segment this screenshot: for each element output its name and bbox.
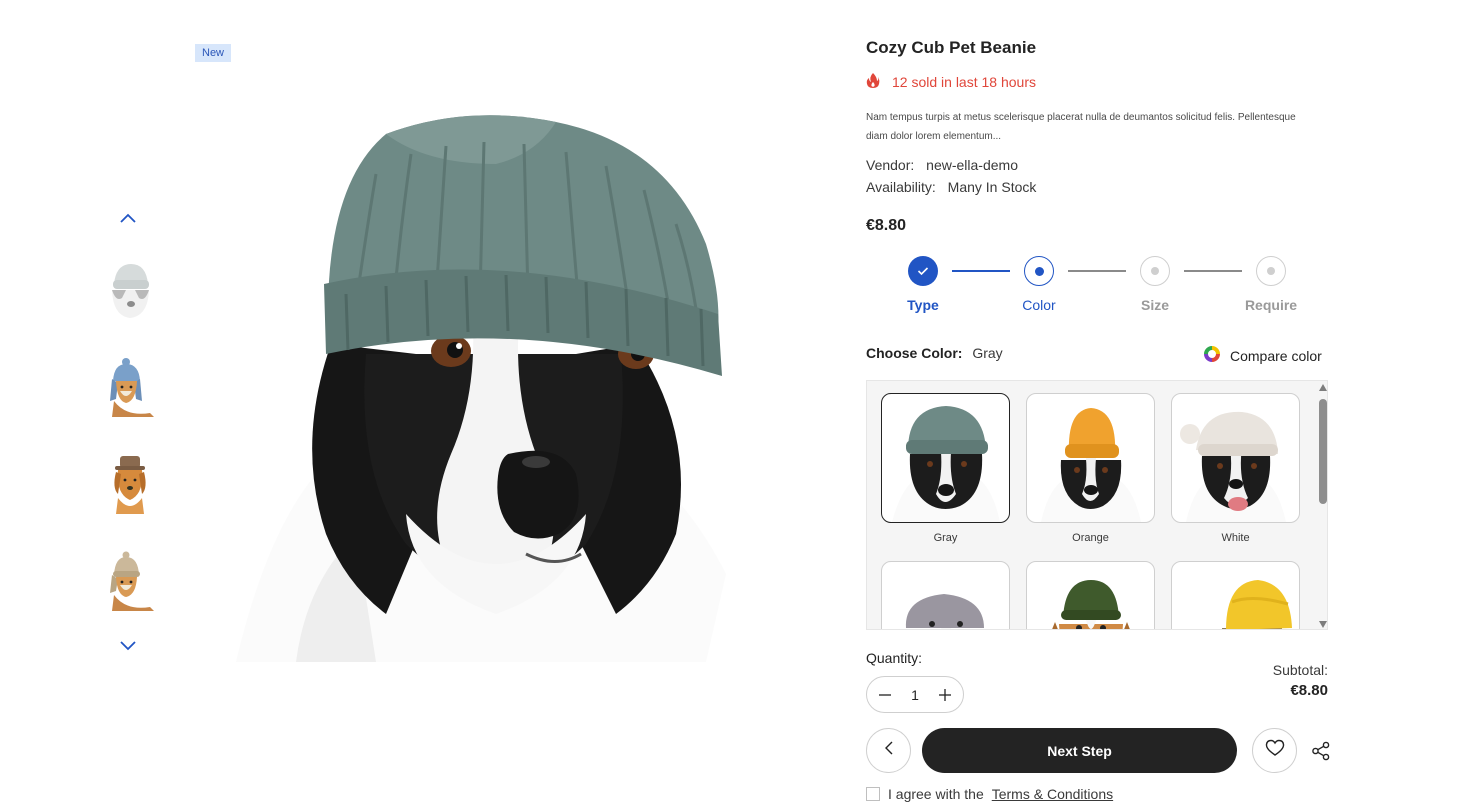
compare-color-button[interactable]: Compare color (1203, 345, 1322, 366)
next-step-button[interactable]: Next Step (922, 728, 1237, 773)
product-price: €8.80 (866, 217, 907, 234)
terms-link[interactable]: Terms & Conditions (992, 786, 1113, 802)
thumbnail-down-arrow-icon[interactable] (116, 634, 140, 658)
product-description: Nam tempus turpis at metus scelerisque p… (866, 112, 1296, 142)
product-title: Cozy Cub Pet Beanie (866, 38, 1037, 57)
vendor-label: Vendor: (866, 157, 915, 173)
new-badge: New (195, 44, 232, 62)
vendor-row: Vendor: new-ella-demo (866, 157, 1018, 173)
step-label-require: Require (1244, 297, 1298, 313)
availability-label: Availability: (866, 179, 936, 195)
action-row: Next Step (866, 728, 1336, 774)
fire-icon (866, 72, 880, 92)
terms-checkbox[interactable] (866, 787, 880, 801)
availability-value: Many In Stock (947, 179, 1037, 195)
availability-row: Availability: Many In Stock (866, 179, 1036, 195)
swatch-orange[interactable]: Orange (1026, 393, 1155, 544)
share-icon[interactable] (1310, 740, 1332, 762)
subtotal-label: Subtotal: (1272, 662, 1328, 678)
step-dot-pending[interactable] (1140, 256, 1170, 286)
step-connector (1184, 270, 1242, 272)
sold-indicator: 12 sold in last 18 hours (866, 72, 1036, 92)
main-product-image[interactable] (236, 114, 748, 662)
compare-color-label: Compare color (1230, 347, 1322, 364)
thumbnail-brown-fedora-dog[interactable] (104, 454, 156, 514)
swatch-image (1171, 393, 1300, 523)
swatch-yellow[interactable] (1171, 561, 1300, 629)
swatch-gray[interactable]: Gray (881, 393, 1010, 544)
step-dot-active[interactable] (1024, 256, 1054, 286)
step-progress: Type Color Size Require (866, 256, 1336, 316)
swatch-image (881, 393, 1010, 523)
thumbnail-up-arrow-icon[interactable] (116, 206, 140, 230)
sold-text: 12 sold in last 18 hours (892, 74, 1036, 90)
scroll-thumb[interactable] (1319, 399, 1327, 504)
step-label-color: Color (1022, 297, 1056, 313)
subtotal: Subtotal: €8.80 (1273, 662, 1328, 699)
swatch-name: Gray (933, 532, 958, 544)
terms-prefix: I agree with the (888, 786, 984, 802)
thumbnail-column (100, 200, 156, 670)
swatch-image (1026, 393, 1155, 523)
choose-color-row: Choose Color: Gray (866, 345, 1003, 361)
swatch-image (881, 561, 1010, 629)
step-connector (1068, 270, 1126, 272)
thumbnail-gray-beanie[interactable] (104, 260, 156, 320)
swatch-name: White (1221, 532, 1250, 544)
step-label-size: Size (1140, 297, 1169, 313)
terms-agree-row: I agree with the Terms & Conditions (866, 786, 1113, 802)
scroll-down-arrow-icon[interactable] (1319, 621, 1327, 628)
plus-icon[interactable] (933, 683, 957, 707)
selected-color-value: Gray (972, 345, 1003, 361)
swatch-image (1171, 561, 1300, 629)
step-connector (952, 270, 1010, 272)
wishlist-button[interactable] (1252, 728, 1297, 773)
swatch-green[interactable] (1026, 561, 1155, 629)
thumbnail-knit-hat-dog[interactable] (104, 551, 156, 611)
chevron-left-icon (884, 741, 894, 760)
vendor-value[interactable]: new-ella-demo (926, 157, 1018, 173)
heart-icon (1265, 739, 1285, 762)
step-dot-pending[interactable] (1256, 256, 1286, 286)
color-swatch-grid: Gray Orange White (866, 380, 1328, 630)
swatch-name: Orange (1072, 532, 1109, 544)
thumbnail-blue-hat-dog[interactable] (104, 357, 156, 417)
back-button[interactable] (866, 728, 911, 773)
swatch-white[interactable]: White (1171, 393, 1300, 544)
subtotal-value: €8.80 (1290, 682, 1328, 699)
quantity-input[interactable] (900, 686, 930, 703)
swatch-image (1026, 561, 1155, 629)
quantity-stepper (866, 676, 964, 713)
swatch-lavender[interactable] (881, 561, 1010, 629)
step-label-type: Type (907, 297, 939, 313)
quantity-label: Quantity: (866, 650, 923, 666)
minus-icon[interactable] (873, 683, 897, 707)
color-wheel-icon (1203, 345, 1221, 366)
swatch-scrollbar[interactable] (1317, 381, 1327, 629)
choose-color-label: Choose Color: (866, 345, 963, 361)
check-icon[interactable] (908, 256, 938, 286)
scroll-up-arrow-icon[interactable] (1319, 384, 1327, 391)
